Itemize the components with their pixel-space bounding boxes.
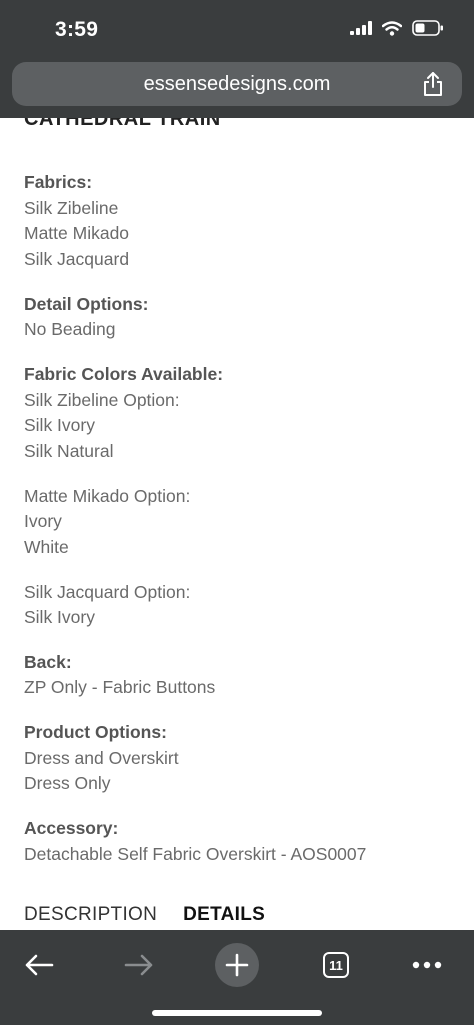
detail-line: Silk Jacquard Option:	[24, 582, 191, 602]
url-text[interactable]: essensedesigns.com	[12, 62, 462, 106]
plus-icon[interactable]	[215, 943, 259, 987]
more-icon[interactable]	[412, 961, 442, 969]
forward-arrow-icon[interactable]	[124, 953, 154, 977]
detail-line: Silk Zibeline Option:	[24, 390, 180, 410]
tabs-button[interactable]: 11	[320, 940, 352, 990]
page-content: CATHEDRAL TRAIN Fabrics: Silk Zibeline M…	[0, 118, 474, 930]
tabs-icon[interactable]: 11	[323, 952, 349, 978]
detail-line: Matte Mikado	[24, 223, 130, 243]
cellular-signal-icon	[350, 21, 372, 35]
wifi-icon	[382, 20, 402, 36]
back-title: Back:	[24, 652, 72, 672]
detail-line: Silk Ivory	[24, 607, 95, 627]
detail-line: White	[24, 537, 69, 557]
detail-line: Dress and Overskirt	[24, 748, 179, 768]
detail-line: Silk Ivory	[24, 415, 95, 435]
detail-line: Dress Only	[24, 773, 111, 793]
status-icons	[350, 20, 444, 36]
back-arrow-icon[interactable]	[24, 953, 54, 977]
detail-line: Silk Jacquard	[24, 249, 130, 269]
share-icon[interactable]	[422, 71, 444, 97]
more-button[interactable]	[410, 940, 444, 990]
product-tabs: DESCRIPTION DETAILS	[24, 904, 265, 926]
accessory-title: Accessory:	[24, 818, 119, 838]
fabrics-title: Fabrics:	[24, 172, 93, 192]
back-button[interactable]	[20, 940, 58, 990]
tab-description[interactable]: DESCRIPTION	[24, 904, 157, 926]
detail-line: ZP Only - Fabric Buttons	[24, 677, 216, 697]
detail-line: No Beading	[24, 319, 116, 339]
detail-line: Matte Mikado Option:	[24, 486, 191, 506]
fabric-colors-title: Fabric Colors Available:	[24, 364, 224, 384]
address-bar[interactable]: essensedesigns.com	[12, 62, 462, 106]
product-options-title: Product Options:	[24, 722, 167, 742]
forward-button[interactable]	[120, 940, 158, 990]
detail-line: Detachable Self Fabric Overskirt - AOS00…	[24, 844, 367, 864]
browser-toolbar: 11	[0, 930, 474, 1025]
new-tab-button[interactable]	[214, 940, 260, 990]
home-indicator[interactable]	[152, 1010, 322, 1016]
status-time: 3:59	[55, 18, 99, 41]
detail-line: Silk Zibeline	[24, 198, 119, 218]
detail-line: Silk Natural	[24, 441, 114, 461]
browser-top-chrome: 3:59 essensedesigns.com	[0, 0, 474, 118]
battery-icon	[412, 20, 443, 36]
detail-line: Ivory	[24, 511, 62, 531]
tab-details[interactable]: DETAILS	[183, 904, 265, 926]
section-heading: CATHEDRAL TRAIN	[24, 118, 221, 130]
detail-options-title: Detail Options:	[24, 294, 149, 314]
